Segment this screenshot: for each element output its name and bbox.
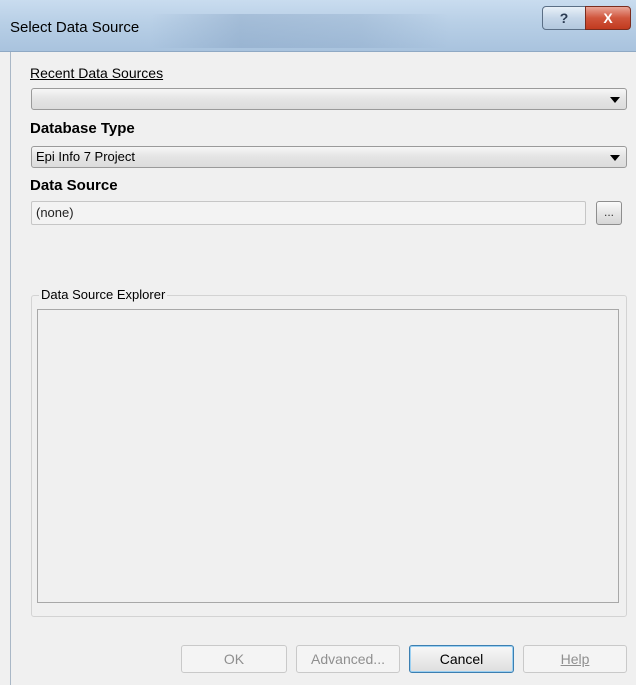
data-source-explorer-tree[interactable] (37, 309, 619, 603)
recent-data-sources-label-text: Recent Data Sources (30, 65, 164, 81)
title-bar[interactable]: Select Data Source ? X (0, 0, 636, 52)
cancel-button[interactable]: Cancel (409, 645, 514, 673)
select-data-source-dialog: Select Data Source ? X Recent Data Sourc… (0, 0, 636, 685)
advanced-button[interactable]: Advanced... (296, 645, 400, 673)
help-caption-button[interactable]: ? (542, 6, 586, 30)
recent-data-sources-label: Recent Data Sources (30, 65, 163, 81)
background-window-ghost (150, 14, 450, 48)
help-button[interactable]: Help (523, 645, 627, 673)
chevron-down-icon[interactable] (610, 97, 620, 103)
database-type-value: Epi Info 7 Project (36, 149, 135, 164)
database-type-combo[interactable]: Epi Info 7 Project (31, 146, 627, 168)
data-source-value: (none) (36, 205, 74, 220)
window-title: Select Data Source (10, 19, 140, 36)
data-source-field[interactable]: (none) (31, 201, 586, 225)
dialog-client-area: Recent Data Sources Database Type Epi In… (10, 52, 636, 685)
browse-data-source-button[interactable]: ... (596, 201, 622, 225)
data-source-label: Data Source (30, 177, 118, 194)
ok-button[interactable]: OK (181, 645, 287, 673)
data-source-explorer-label: Data Source Explorer (39, 287, 168, 302)
close-icon: X (603, 10, 613, 26)
database-type-label: Database Type (30, 120, 135, 137)
help-button-label: Help (560, 651, 590, 667)
close-button[interactable]: X (585, 6, 631, 30)
chevron-down-icon[interactable] (610, 155, 620, 161)
question-mark-icon: ? (559, 10, 569, 26)
recent-data-sources-combo[interactable] (31, 88, 627, 110)
